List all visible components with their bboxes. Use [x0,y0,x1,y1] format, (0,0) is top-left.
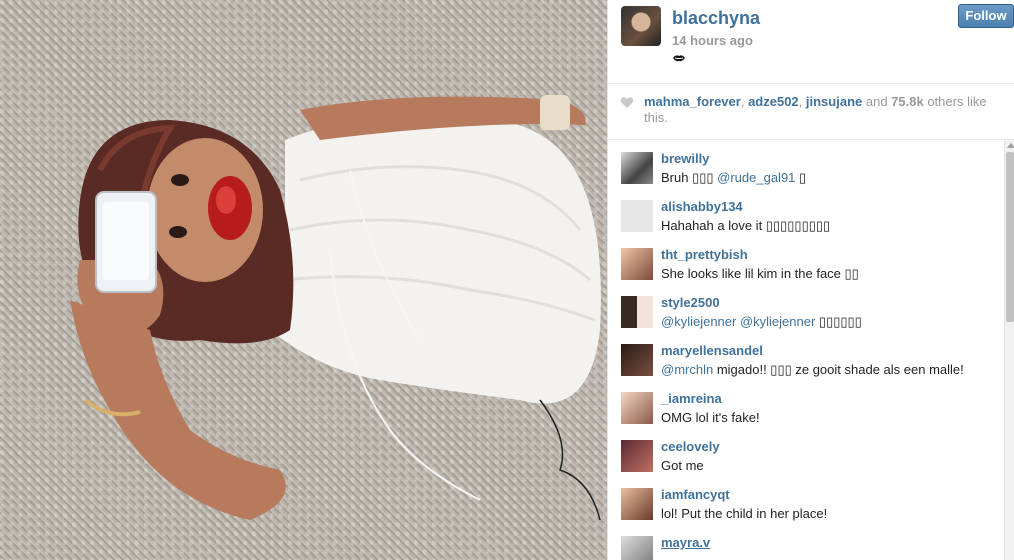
commenter-avatar[interactable] [621,536,653,560]
comment-username[interactable]: brewilly [661,151,709,166]
commenter-avatar[interactable] [621,344,653,376]
comment-text: lol! Put the child in her place! [661,506,828,521]
comment-text: @mrchln migado!! ▯▯▯ ze gooit shade als … [661,362,964,377]
follow-button[interactable]: Follow [958,4,1014,28]
comment-item: _iamreina OMG lol it's fake! [608,380,1004,428]
likes-separator: , [740,94,749,109]
comment-username[interactable]: iamfancyqt [661,487,730,502]
likes-summary: mahma_forever, adze502, jinsujane and 75… [608,84,1014,140]
post-details-panel: blacchyna 14 hours ago Follow mahma_fore… [607,0,1014,560]
post-header: blacchyna 14 hours ago Follow [608,0,1014,84]
mention-link[interactable]: @mrchln [661,362,713,377]
comment-username[interactable]: tht_prettybish [661,247,748,262]
liker-link[interactable]: jinsujane [806,94,862,109]
comment-username[interactable]: style2500 [661,295,720,310]
commenter-avatar[interactable] [621,152,653,184]
scroll-up-arrow-icon[interactable] [1007,143,1014,148]
commenter-avatar[interactable] [621,248,653,280]
commenter-avatar[interactable] [621,392,653,424]
comment-username[interactable]: ceelovely [661,439,720,454]
likes-separator: , [798,94,806,109]
comment-username[interactable]: alishabby134 [661,199,743,214]
comment-username[interactable]: maryellensandel [661,343,763,358]
comment-text: Bruh ▯▯▯ @rude_gal91 ▯ [661,170,807,185]
comment-item: brewilly Bruh ▯▯▯ @rude_gal91 ▯ [608,140,1004,188]
comment-item: maryellensandel @mrchln migado!! ▯▯▯ ze … [608,332,1004,380]
post-timestamp[interactable]: 14 hours ago [672,33,753,48]
likes-and: and [862,94,892,109]
comments-list[interactable]: brewilly Bruh ▯▯▯ @rude_gal91 ▯ alishabb… [608,140,1004,560]
post-photo [0,0,607,560]
commenter-avatar[interactable] [621,200,653,232]
mention-link[interactable]: @rude_gal91 [717,170,795,185]
likes-count[interactable]: 75.8k [891,94,924,109]
liker-link[interactable]: mahma_forever [644,94,741,109]
liker-link[interactable]: adze502 [748,94,799,109]
author-avatar[interactable] [621,6,661,46]
comment-username[interactable]: mayra.v [661,535,710,550]
photo-illustration [70,95,601,521]
commenter-avatar[interactable] [621,488,653,520]
comment-item: style2500 @kyliejenner @kyliejenner ▯▯▯▯… [608,284,1004,332]
comment-text: OMG lol it's fake! [661,410,760,425]
comment-text: Hahahah a love it ▯▯▯▯▯▯▯▯▯ [661,218,831,233]
comment-username[interactable]: _iamreina [661,391,722,406]
commenter-avatar[interactable] [621,440,653,472]
comments-scrollbar[interactable] [1004,140,1014,560]
comment-item: iamfancyqt lol! Put the child in her pla… [608,476,1004,524]
commenter-avatar[interactable] [621,296,653,328]
comment-text: She looks like lil kim in the face ▯▯ [661,266,859,281]
author-username[interactable]: blacchyna [672,8,760,29]
comment-item: tht_prettybish She looks like lil kim in… [608,236,1004,284]
comment-text: @kyliejenner @kyliejenner ▯▯▯▯▯▯ [661,314,862,329]
heart-icon[interactable] [620,96,634,109]
mention-link[interactable]: @kyliejenner @kyliejenner [661,314,815,329]
kiss-lips-icon [673,55,685,62]
comment-item: ceelovely Got me [608,428,1004,476]
comment-item: alishabby134 Hahahah a love it ▯▯▯▯▯▯▯▯▯ [608,188,1004,236]
scrollbar-thumb[interactable] [1006,152,1014,322]
comment-item: mayra.v [608,524,1004,560]
comment-text: Got me [661,458,704,473]
